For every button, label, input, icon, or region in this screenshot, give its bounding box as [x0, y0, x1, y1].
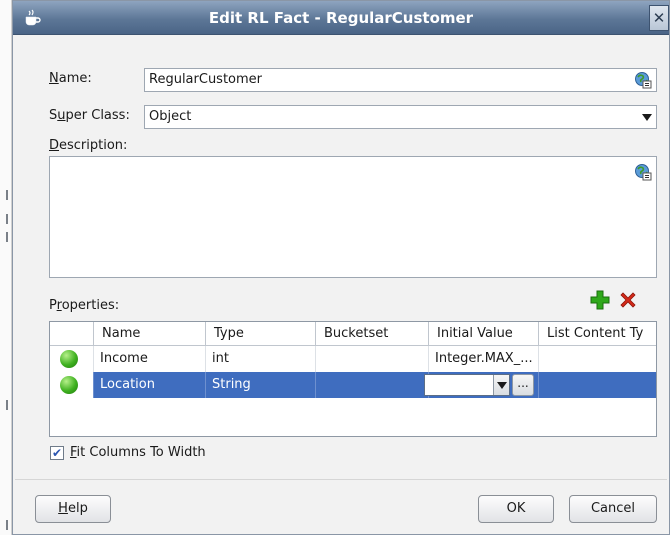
column-header-type[interactable]: Type: [206, 322, 316, 346]
ok-button[interactable]: OK: [478, 495, 554, 523]
property-bucketset[interactable]: [316, 346, 429, 372]
property-list-content-type[interactable]: [539, 346, 656, 372]
name-label-text: ame:: [58, 71, 92, 86]
edit-rl-fact-dialog: Edit RL Fact - RegularCustomer ✕ Name: R…: [12, 0, 670, 535]
column-header-status: [50, 322, 94, 346]
background-marker: [6, 232, 8, 242]
table-row-selected[interactable]: Location String: [50, 372, 656, 398]
property-name[interactable]: Location: [94, 372, 206, 398]
property-bucketset[interactable]: [316, 372, 429, 398]
description-textarea[interactable]: [49, 156, 657, 278]
background-marker: [6, 214, 8, 224]
help-label: elp: [67, 501, 88, 516]
initial-value-combo[interactable]: [424, 374, 510, 396]
footer-separator: [15, 479, 667, 480]
name-label-mnemonic: N: [49, 71, 59, 86]
dialog-title-bar[interactable]: Edit RL Fact - RegularCustomer ✕: [13, 1, 669, 35]
fit-columns-label-text: it Columns To Width: [76, 445, 206, 460]
status-cell: [50, 346, 94, 372]
superclass-select-value: Object: [149, 109, 192, 124]
help-mnemonic: H: [58, 501, 68, 516]
property-type[interactable]: String: [206, 372, 316, 398]
name-label: Name:: [49, 71, 92, 86]
initial-value-browse-button[interactable]: ...: [512, 374, 534, 396]
background-marker: [6, 520, 8, 530]
name-input-value: RegularCustomer: [149, 72, 263, 87]
cancel-button[interactable]: Cancel: [569, 495, 657, 523]
properties-label-text: operties:: [61, 298, 120, 313]
table-header: Name Type Bucketset Initial Value List C…: [50, 322, 656, 346]
properties-label-text: P: [49, 298, 57, 313]
properties-label: Properties:: [49, 298, 119, 313]
fit-columns-label[interactable]: Fit Columns To Width: [70, 445, 206, 460]
valid-status-icon: [60, 376, 78, 394]
properties-table: Name Type Bucketset Initial Value List C…: [49, 321, 657, 437]
help-button[interactable]: Help: [35, 495, 111, 523]
description-label: Description:: [49, 138, 127, 153]
column-header-bucketset[interactable]: Bucketset: [316, 322, 429, 346]
superclass-label-text: per Class:: [65, 108, 130, 123]
dialog-title: Edit RL Fact - RegularCustomer: [208, 9, 474, 27]
close-icon[interactable]: ✕: [649, 5, 669, 31]
property-list-content-type[interactable]: [539, 372, 656, 398]
description-label-text: escription:: [59, 138, 128, 153]
background-marker: [6, 190, 8, 200]
background-window-edge: [0, 0, 12, 535]
superclass-select[interactable]: Object: [144, 105, 657, 129]
property-initial-value[interactable]: Integer.MAX_...: [429, 346, 539, 372]
status-cell: [50, 372, 94, 398]
name-input[interactable]: RegularCustomer: [144, 68, 657, 92]
column-header-list-content-type[interactable]: List Content Ty: [539, 322, 656, 346]
column-header-initial-value[interactable]: Initial Value: [429, 322, 539, 346]
delete-x-icon[interactable]: [617, 289, 639, 311]
superclass-label-mnemonic: u: [57, 108, 66, 123]
chevron-down-icon[interactable]: [642, 114, 652, 121]
background-marker: [6, 400, 8, 410]
superclass-label: Super Class:: [49, 108, 130, 123]
chevron-down-icon[interactable]: [493, 375, 509, 395]
globe-translate-icon[interactable]: [634, 71, 652, 89]
globe-translate-icon[interactable]: [634, 163, 652, 181]
add-plus-icon[interactable]: [589, 289, 611, 311]
fit-columns-checkbox[interactable]: ✔: [50, 446, 64, 460]
column-header-name[interactable]: Name: [94, 322, 206, 346]
valid-status-icon: [60, 350, 78, 368]
table-row[interactable]: Income int Integer.MAX_...: [50, 346, 656, 372]
property-type[interactable]: int: [206, 346, 316, 372]
property-name[interactable]: Income: [94, 346, 206, 372]
description-label-mnemonic: D: [49, 138, 60, 153]
